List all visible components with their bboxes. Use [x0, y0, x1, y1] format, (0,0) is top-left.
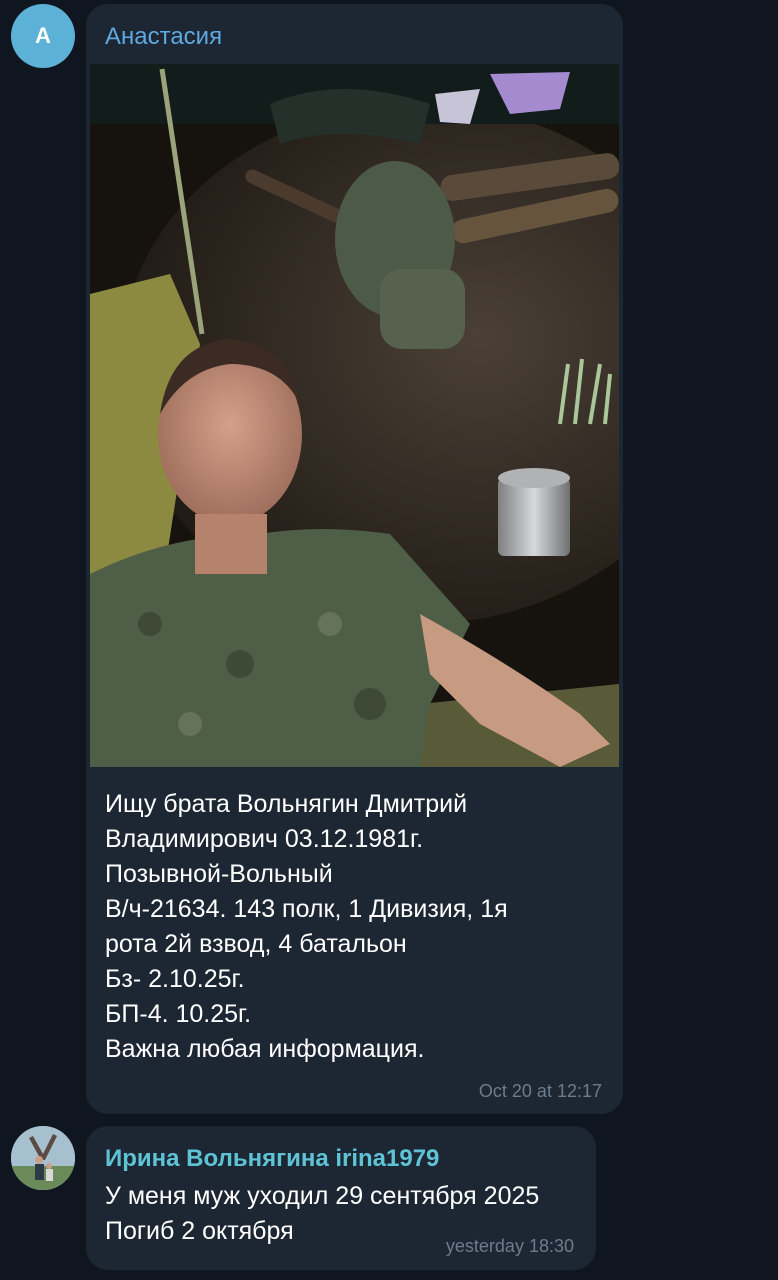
message-bubble[interactable]: Анастасия Ищу брата Вольнягин Дмитрий Вл… — [86, 4, 623, 1114]
message-photo[interactable] — [90, 64, 619, 767]
message-text-line: У меня муж уходил 29 сентября 2025 — [105, 1182, 540, 1210]
message-text-line: Позывной-Вольный — [105, 860, 333, 888]
message-text-line: Владимирович 03.12.1981г. — [105, 825, 424, 853]
message-timestamp: Oct 20 at 12:17 — [478, 1081, 602, 1101]
message-text-line: Ищу брата Вольнягин Дмитрий — [105, 790, 468, 818]
message-bubble[interactable]: Ирина Вольнягина irina1979 У меня муж ух… — [86, 1126, 596, 1270]
sender-avatar-irina[interactable] — [11, 1126, 75, 1190]
message-text-line: Важна любая информация. — [105, 1035, 425, 1063]
sender-name[interactable]: Анастасия — [105, 23, 222, 51]
message-text-line: Погиб 2 октября — [105, 1217, 294, 1245]
selfie-photo-icon — [90, 64, 619, 767]
chat-history: А Анастасия Ищу брата Вольнягин Дмитрий … — [0, 0, 778, 1280]
message-text-line: Бз- 2.10.25г. — [105, 965, 245, 993]
message-text-line: рота 2й взвод, 4 батальон — [105, 930, 407, 958]
avatar-letter: А — [35, 23, 51, 48]
message-text-line: В/ч-21634. 143 полк, 1 Дивизия, 1я — [105, 895, 508, 923]
message-timestamp: yesterday 18:30 — [445, 1236, 574, 1256]
user-photo-avatar-icon — [11, 1126, 75, 1190]
sender-name[interactable]: Ирина Вольнягина irina1979 — [105, 1145, 439, 1173]
message-text-line: БП-4. 10.25г. — [105, 1000, 252, 1028]
sender-avatar-anastasia[interactable]: А — [11, 4, 75, 68]
